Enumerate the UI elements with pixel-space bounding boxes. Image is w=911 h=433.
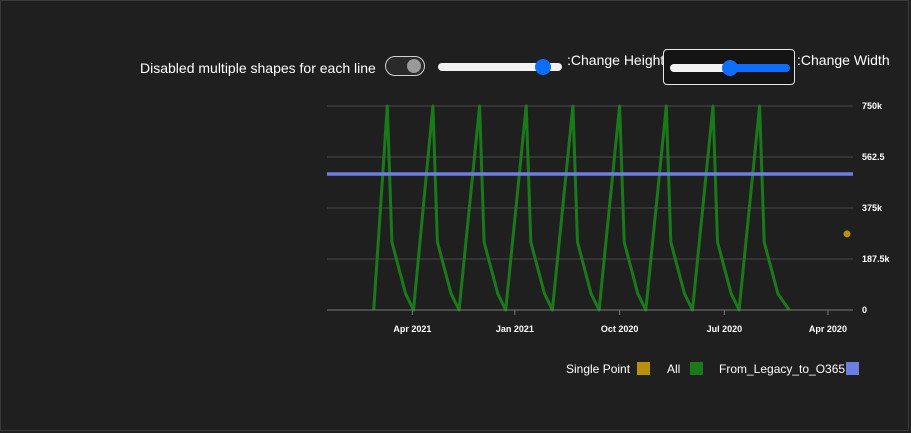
- y-tick-label: 375k: [862, 203, 883, 213]
- x-tick-label: Apr 2021: [393, 324, 431, 334]
- x-tick-label: Jan 2021: [496, 324, 534, 334]
- x-tick-label: Apr 2020: [809, 324, 847, 334]
- legend-swatch-from-legacy: [846, 362, 859, 375]
- y-tick-label: 187.5k: [862, 254, 891, 264]
- legend-label-all[interactable]: All: [667, 362, 680, 376]
- legend-label-from-legacy[interactable]: From_Legacy_to_O365: [719, 362, 845, 376]
- legend-swatch-single-point: [637, 362, 650, 375]
- legend-label-single-point[interactable]: Single Point: [566, 362, 630, 376]
- x-tick-label: Jul 2020: [707, 324, 743, 334]
- y-tick-label: 750k: [862, 101, 883, 111]
- single-point-marker[interactable]: [843, 230, 851, 238]
- y-tick-label: 0: [862, 305, 867, 315]
- y-tick-label: 562.5: [862, 152, 885, 162]
- x-tick-label: Oct 2020: [601, 324, 639, 334]
- legend-swatch-all: [690, 362, 703, 375]
